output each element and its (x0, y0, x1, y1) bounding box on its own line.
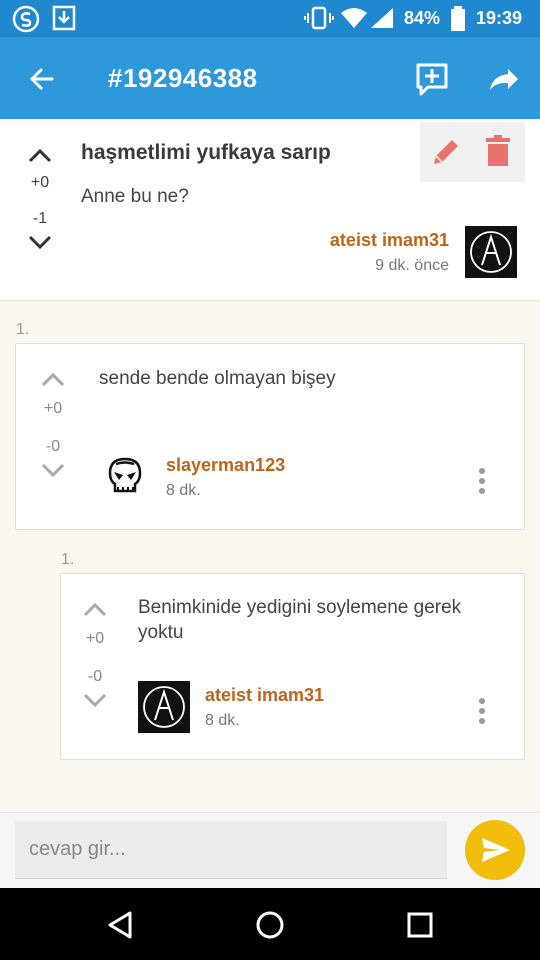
edit-pencil-icon[interactable] (430, 136, 462, 168)
downvote-count: -1 (32, 210, 48, 227)
atheist-avatar-icon[interactable] (138, 681, 190, 733)
add-comment-icon[interactable] (410, 57, 454, 101)
upvote-count: +0 (30, 174, 50, 191)
nav-back-icon[interactable] (100, 905, 140, 945)
comment-vote-column: +0 -0 (70, 600, 120, 710)
app-s-icon (12, 5, 40, 33)
back-arrow-icon[interactable] (20, 57, 64, 101)
delete-trash-icon[interactable] (484, 135, 512, 167)
upvote-chevron-icon[interactable] (27, 146, 53, 164)
upvote-count: +0 (43, 400, 63, 417)
comment-index: 1. (16, 321, 30, 338)
nav-home-icon[interactable] (250, 905, 290, 945)
more-options-icon[interactable] (479, 698, 487, 728)
reply-input[interactable] (15, 821, 447, 879)
download-icon (52, 5, 76, 31)
send-button[interactable] (465, 820, 525, 880)
comment-text: Benimkinide yedigini soylemene gerek yok… (138, 597, 462, 643)
downvote-chevron-icon[interactable] (40, 462, 66, 480)
vibrate-icon (304, 6, 334, 30)
upvote-chevron-icon[interactable] (82, 600, 108, 618)
comment-time: 8 dk. (166, 482, 201, 499)
post-actions (420, 122, 525, 182)
clock: 19:39 (476, 8, 523, 28)
post-vote-column: +0 -1 (15, 146, 65, 252)
share-icon[interactable] (482, 57, 526, 101)
post-author[interactable]: ateist imam31 (330, 230, 449, 251)
downvote-chevron-icon[interactable] (27, 234, 53, 252)
battery-icon (451, 6, 465, 31)
system-nav-bar (0, 888, 540, 960)
status-bar: 84% 19:39 (0, 0, 540, 37)
post-time: 9 dk. önce (375, 257, 449, 274)
post-body: Anne bu ne? (81, 186, 189, 207)
post-title: haşmetlimi yufkaya sarıp (81, 141, 331, 164)
signal-icon (371, 8, 393, 28)
comment-time: 8 dk. (205, 712, 240, 729)
upvote-chevron-icon[interactable] (40, 370, 66, 388)
comment-vote-column: +0 -0 (28, 370, 78, 480)
downvote-chevron-icon[interactable] (82, 692, 108, 710)
battery-percentage: 84% (404, 8, 441, 28)
comment-author[interactable]: ateist imam31 (205, 685, 324, 706)
upvote-count: +0 (85, 630, 105, 647)
comment-index: 1. (61, 551, 75, 568)
nav-recents-icon[interactable] (400, 905, 440, 945)
skull-avatar-icon[interactable] (104, 455, 146, 497)
comment-author[interactable]: slayerman123 (166, 455, 285, 476)
app-bar: #192946388 (0, 37, 540, 119)
more-options-icon[interactable] (479, 468, 487, 498)
comment-text: sende bende olmayan bişey (99, 368, 336, 389)
atheist-avatar-icon[interactable] (465, 226, 517, 278)
downvote-count: -0 (87, 668, 103, 685)
downvote-count: -0 (45, 438, 61, 455)
page-title: #192946388 (108, 63, 258, 93)
wifi-icon (341, 8, 367, 28)
